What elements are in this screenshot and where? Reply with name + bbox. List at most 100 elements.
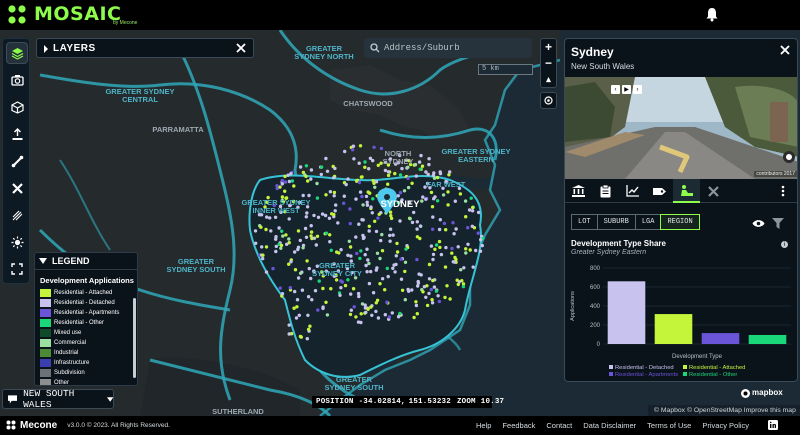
- zoom-out-button[interactable]: −: [541, 55, 556, 71]
- app-logo[interactable]: MOSAIC: [34, 3, 121, 25]
- chart-bar[interactable]: [748, 334, 787, 344]
- fullscreen-tool-button[interactable]: [6, 258, 28, 280]
- legend-item: Mixed use: [35, 328, 137, 338]
- legend-item: Industrial: [35, 348, 137, 358]
- footer-link[interactable]: Feedback: [502, 421, 535, 430]
- filter-icon[interactable]: [772, 218, 784, 229]
- legend-item-label: Commercial: [54, 340, 87, 346]
- legend-item: Residential - Apartments: [35, 308, 137, 318]
- sun-icon: [11, 236, 23, 248]
- chart-bar[interactable]: [607, 281, 646, 344]
- upload-tool-button[interactable]: [6, 123, 28, 145]
- layers-label: LAYERS: [53, 42, 96, 54]
- footer-link[interactable]: Data Disclaimer: [583, 421, 636, 430]
- info-icon[interactable]: i: [781, 241, 788, 248]
- legend-item: Residential - Attached: [35, 288, 137, 298]
- map-label: PARRAMATTA: [152, 125, 204, 134]
- crosshair-icon: [544, 96, 553, 105]
- sv-next-icon[interactable]: ›: [633, 85, 642, 94]
- search-icon: [370, 43, 380, 53]
- bell-icon[interactable]: [705, 7, 719, 22]
- zoom-value: 10.37: [480, 398, 505, 406]
- legend-scrollbar[interactable]: [133, 298, 136, 378]
- panel-tabs: [565, 179, 797, 203]
- zoom-in-button[interactable]: +: [541, 39, 556, 55]
- user-avatar[interactable]: [730, 2, 796, 28]
- upload-icon: [12, 127, 22, 140]
- measure-icon: [11, 155, 23, 167]
- bank-icon: [572, 185, 585, 197]
- 3d-tool-button[interactable]: [6, 96, 28, 118]
- chart-bar[interactable]: [654, 314, 693, 344]
- geo-level-lot[interactable]: LOT: [571, 214, 598, 230]
- tab-property[interactable]: [565, 179, 592, 203]
- address-search[interactable]: Address/Suburb: [364, 38, 532, 58]
- street-view-scene: [565, 77, 797, 179]
- map-label: GREATER SYDNEY CENTRAL: [105, 87, 175, 104]
- linkedin-icon[interactable]: [768, 420, 778, 430]
- map-label: NORTH SYDNEY: [382, 149, 414, 166]
- panel-title: Sydney: [571, 45, 614, 59]
- top-bar: MOSAIC by Mecone: [0, 0, 800, 30]
- eye-icon[interactable]: [752, 219, 765, 228]
- geo-level-region[interactable]: REGION: [660, 214, 700, 230]
- layers-panel-toggle[interactable]: LAYERS: [36, 38, 254, 58]
- tab-analytics[interactable]: [619, 179, 646, 203]
- map-label: GREATER SYDNEY INNER WEST: [241, 198, 311, 215]
- map-attribution[interactable]: © Mapbox © OpenStreetMap Improve this ma…: [648, 405, 800, 416]
- position-bar: POSITION -34.02814, 151.53232 ZOOM 10.37: [312, 396, 504, 408]
- rocket-icon: [12, 210, 22, 220]
- measure-tool-button[interactable]: [6, 150, 28, 172]
- zoom-controls: + − ▴: [540, 38, 557, 88]
- footer-link[interactable]: Help: [476, 421, 491, 430]
- legend-title: Development Applications: [40, 276, 134, 285]
- sv-play-icon[interactable]: ▶: [622, 85, 631, 94]
- longitude-value: 151.53232: [408, 398, 451, 406]
- chart-bar[interactable]: [701, 333, 740, 344]
- fullscreen-icon: [11, 263, 23, 275]
- tab-development[interactable]: [673, 179, 700, 203]
- mecone-logo-icon: [6, 420, 16, 430]
- tools-tool-button[interactable]: [6, 177, 28, 199]
- footer-link[interactable]: Contact: [546, 421, 572, 430]
- locate-button[interactable]: [540, 92, 557, 109]
- tab-tools[interactable]: [700, 179, 727, 203]
- legend-item-label: Residential - Apartments: [54, 310, 120, 316]
- legend-item: Other: [35, 378, 137, 385]
- camera-tool-button[interactable]: [6, 69, 28, 91]
- chart-y-tick: 400: [590, 304, 601, 310]
- latitude-value: -34.02814: [358, 398, 401, 406]
- legend-item-label: Mixed use: [54, 330, 82, 336]
- kebab-menu-icon: [781, 185, 784, 197]
- development-icon: [680, 184, 693, 196]
- brightness-tool-button[interactable]: [6, 231, 28, 253]
- mapbox-logo[interactable]: mapbox: [741, 388, 783, 398]
- sv-prev-icon[interactable]: ‹: [611, 85, 620, 94]
- chart-legend-swatch: [683, 365, 687, 369]
- chart-y-tick: 800: [590, 266, 601, 272]
- chevron-down-icon: [106, 396, 113, 402]
- street-view-image[interactable]: ‹ ▶ › contributors 2017: [565, 77, 797, 179]
- legend-item-label: Residential - Other: [54, 320, 105, 326]
- footer-link[interactable]: Privacy Policy: [702, 421, 749, 430]
- footer: Mecone v3.0.0 © 2023. All Rights Reserve…: [0, 416, 800, 435]
- legend-toggle[interactable]: LEGEND: [35, 253, 137, 270]
- close-icon[interactable]: [780, 45, 790, 55]
- tab-sales[interactable]: [646, 179, 673, 203]
- map-label: GREATER SYDNEY EASTERN: [441, 147, 511, 164]
- legend-swatch: [40, 379, 51, 385]
- chart-legend-label: Residential - Attached: [689, 365, 745, 371]
- region-selector[interactable]: NEW SOUTH WALES: [2, 388, 114, 410]
- geo-level-lga[interactable]: LGA: [634, 214, 662, 230]
- geo-level-suburb[interactable]: SUBURB: [596, 214, 636, 230]
- tab-planning[interactable]: [592, 179, 619, 203]
- draw-tool-button[interactable]: [6, 204, 28, 226]
- layers-tool-button[interactable]: [6, 42, 28, 64]
- legend-swatch: [40, 369, 51, 377]
- chevron-down-icon: [39, 258, 47, 264]
- search-input[interactable]: Address/Suburb: [384, 43, 460, 53]
- compass-button[interactable]: ▴: [541, 71, 556, 87]
- more-options-button[interactable]: [769, 179, 796, 203]
- footer-link[interactable]: Terms of Use: [647, 421, 691, 430]
- close-icon[interactable]: [236, 43, 246, 53]
